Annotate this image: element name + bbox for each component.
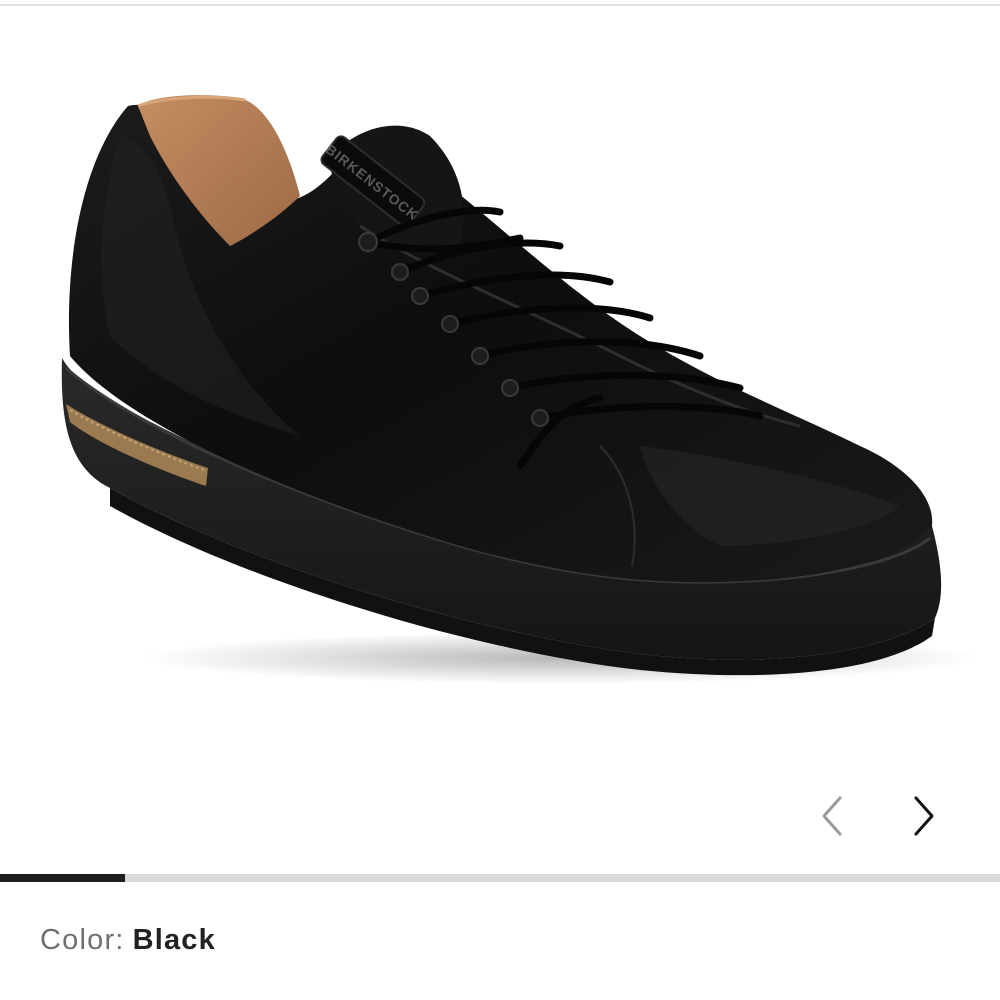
product-image-gallery[interactable]: BIRKENSTOCK — [0, 6, 1000, 872]
previous-image-button[interactable] — [808, 788, 856, 844]
chevron-left-icon — [822, 796, 842, 836]
next-image-button[interactable] — [900, 788, 948, 844]
gallery-progress-bar — [0, 874, 1000, 882]
gallery-progress-fill — [0, 874, 125, 882]
product-image[interactable]: BIRKENSTOCK — [0, 6, 1000, 872]
color-value: Black — [132, 924, 216, 956]
color-label: Color: — [40, 924, 125, 956]
chevron-right-icon — [914, 796, 934, 836]
color-selector: Color: Black — [40, 924, 216, 957]
